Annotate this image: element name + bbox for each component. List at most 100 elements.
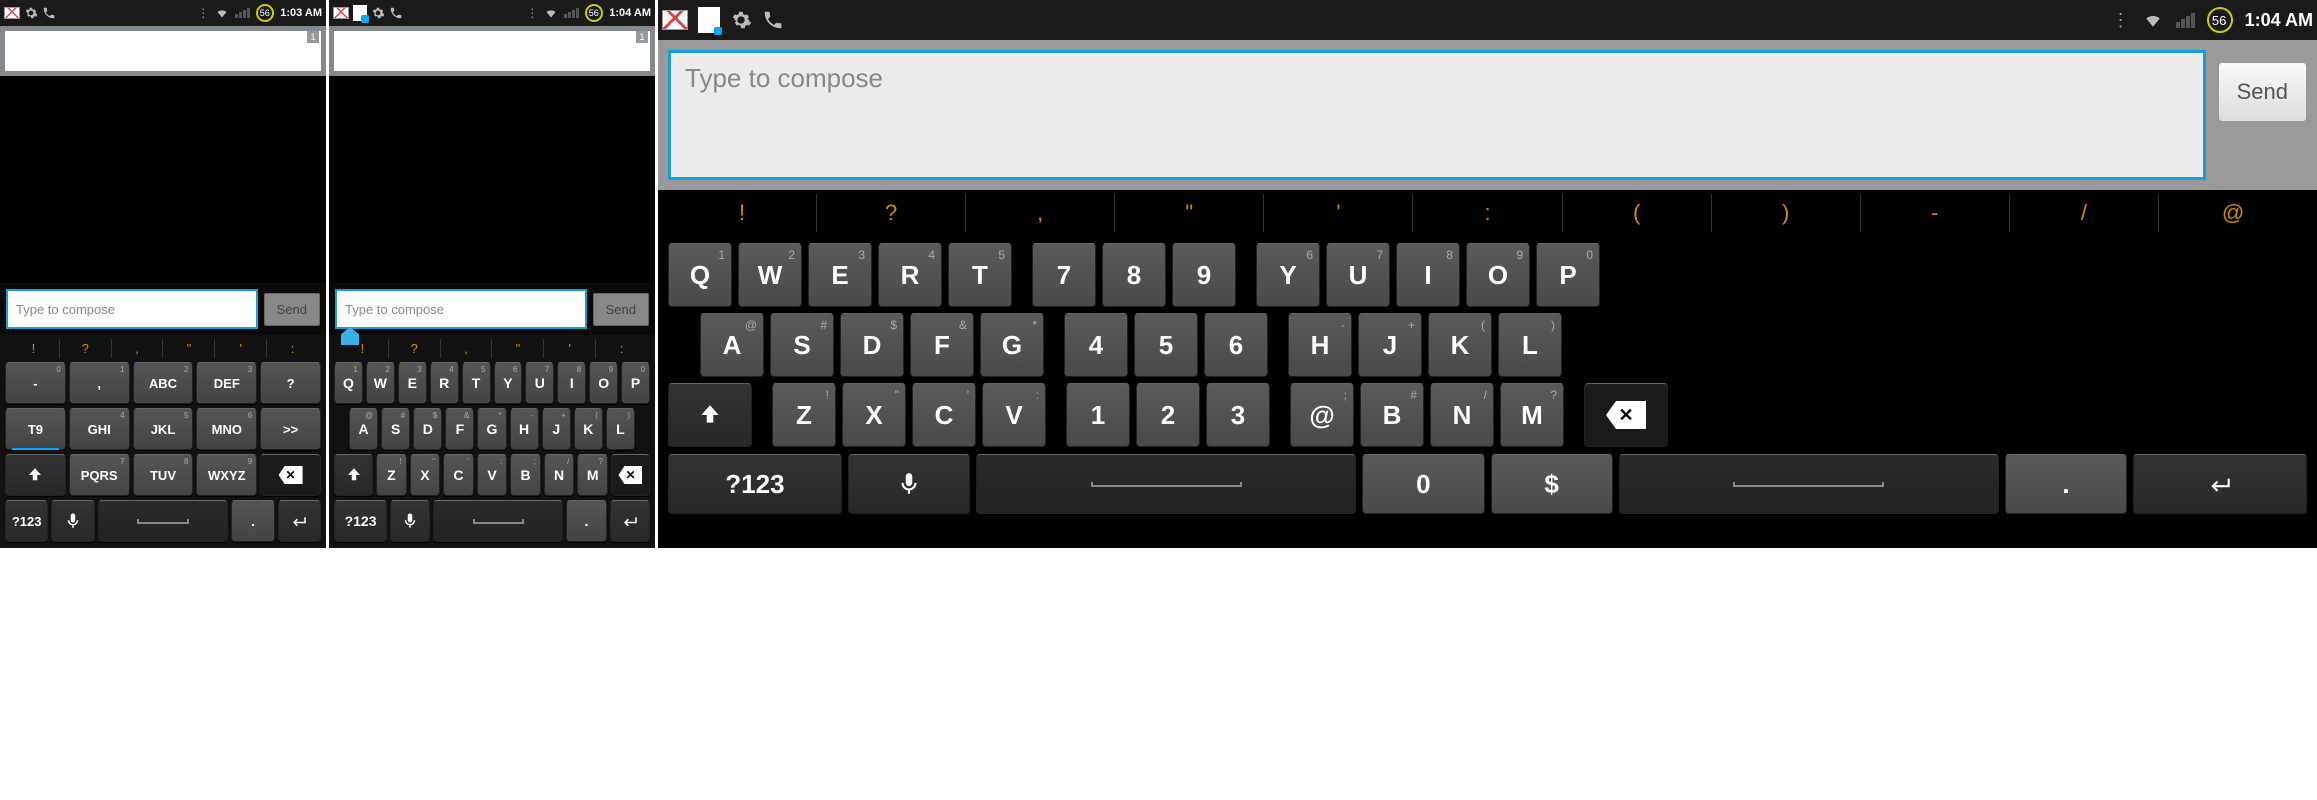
punct-key[interactable]: ?: [817, 194, 966, 232]
key-e[interactable]: E3: [808, 243, 872, 307]
key-.[interactable]: .: [566, 500, 606, 542]
key-a[interactable]: A@: [700, 313, 764, 377]
key-jkl[interactable]: JKL5: [133, 408, 194, 450]
punct-key[interactable]: ,: [112, 339, 164, 358]
key-4[interactable]: 4: [1064, 313, 1128, 377]
key-f[interactable]: F&: [910, 313, 974, 377]
shift-key[interactable]: [668, 383, 752, 447]
symbols-key[interactable]: ?123: [668, 454, 842, 514]
key-v[interactable]: V:: [477, 454, 508, 496]
key-8[interactable]: 8: [1102, 243, 1166, 307]
key-q[interactable]: Q1: [668, 243, 732, 307]
key-k[interactable]: K(: [1428, 313, 1492, 377]
key-q[interactable]: Q1: [334, 362, 363, 404]
key-m[interactable]: M?: [577, 454, 608, 496]
key-e[interactable]: E3: [398, 362, 427, 404]
punct-key[interactable]: :: [596, 339, 647, 358]
cursor-handle-icon[interactable]: [341, 327, 359, 345]
key-y[interactable]: Y6: [494, 362, 523, 404]
key-0[interactable]: 0: [1362, 454, 1484, 514]
key-5[interactable]: 5: [1134, 313, 1198, 377]
key-a[interactable]: A@: [349, 408, 378, 450]
key-ghi[interactable]: GHI4: [69, 408, 130, 450]
key-c[interactable]: C': [912, 383, 976, 447]
key-,[interactable]: ,1: [69, 362, 130, 404]
symbols-key[interactable]: ?123: [5, 500, 48, 542]
key-pqrs[interactable]: PQRS7: [69, 454, 130, 496]
key-k[interactable]: K(: [574, 408, 603, 450]
key-z[interactable]: Z!: [772, 383, 836, 447]
key-.[interactable]: .: [2005, 454, 2127, 514]
key-tuv[interactable]: TUV8: [133, 454, 194, 496]
key-.[interactable]: .: [231, 500, 274, 542]
key-wxyz[interactable]: WXYZ9: [196, 454, 257, 496]
punct-key[interactable]: (: [1563, 194, 1712, 232]
punct-key[interactable]: ': [544, 339, 596, 358]
key-t[interactable]: T5: [948, 243, 1012, 307]
key-1[interactable]: 1: [1066, 383, 1130, 447]
key-o[interactable]: O9: [1466, 243, 1530, 307]
key-?[interactable]: ?: [260, 362, 321, 404]
recipient-input[interactable]: 1: [4, 30, 322, 72]
punct-key[interactable]: ,: [966, 194, 1115, 232]
key-o[interactable]: O9: [589, 362, 618, 404]
punct-key[interactable]: :: [1413, 194, 1562, 232]
space-key[interactable]: [433, 500, 563, 542]
key-x[interactable]: X": [842, 383, 906, 447]
key-abc[interactable]: ABC2: [133, 362, 194, 404]
punct-key[interactable]: !: [668, 194, 817, 232]
key--[interactable]: -0: [5, 362, 66, 404]
punct-key[interactable]: ": [163, 339, 215, 358]
punct-key[interactable]: ': [215, 339, 267, 358]
space-key[interactable]: [1619, 454, 1999, 514]
key-@[interactable]: @;: [1290, 383, 1354, 447]
key-m[interactable]: M?: [1500, 383, 1564, 447]
key-mno[interactable]: MNO6: [196, 408, 257, 450]
mic-key[interactable]: [848, 454, 970, 514]
compose-input[interactable]: Type to compose: [668, 50, 2206, 180]
key-def[interactable]: DEF3: [196, 362, 257, 404]
punct-key[interactable]: ': [1264, 194, 1413, 232]
key-s[interactable]: S#: [770, 313, 834, 377]
next-key[interactable]: >>: [260, 408, 321, 450]
send-button[interactable]: Send: [264, 293, 320, 326]
key-r[interactable]: R4: [878, 243, 942, 307]
key-p[interactable]: P0: [1536, 243, 1600, 307]
key-x[interactable]: X": [410, 454, 441, 496]
key-$[interactable]: $: [1491, 454, 1613, 514]
backspace-key[interactable]: ✕: [1584, 383, 1668, 447]
mic-key[interactable]: [390, 500, 430, 542]
key-b[interactable]: B;: [510, 454, 541, 496]
backspace-key[interactable]: ✕: [611, 454, 650, 496]
key-g[interactable]: G*: [477, 408, 506, 450]
key-w[interactable]: W2: [366, 362, 395, 404]
send-button[interactable]: Send: [2218, 62, 2307, 122]
key-v[interactable]: V:: [982, 383, 1046, 447]
key-p[interactable]: P0: [621, 362, 650, 404]
key-n[interactable]: N/: [544, 454, 575, 496]
key-i[interactable]: I8: [557, 362, 586, 404]
key-6[interactable]: 6: [1204, 313, 1268, 377]
key-7[interactable]: 7: [1032, 243, 1096, 307]
compose-input[interactable]: Type to compose: [6, 289, 258, 329]
backspace-key[interactable]: ✕: [260, 454, 321, 496]
send-button[interactable]: Send: [593, 293, 649, 326]
key-f[interactable]: F&: [445, 408, 474, 450]
key-d[interactable]: D$: [840, 313, 904, 377]
enter-key[interactable]: [278, 500, 321, 542]
key-n[interactable]: N/: [1430, 383, 1494, 447]
space-key[interactable]: [98, 500, 229, 542]
key-l[interactable]: L): [1498, 313, 1562, 377]
recipient-input[interactable]: 1: [333, 30, 651, 72]
punct-key[interactable]: ?: [389, 339, 441, 358]
punct-key[interactable]: :: [267, 339, 318, 358]
punct-key[interactable]: ": [492, 339, 544, 358]
key-z[interactable]: Z!: [376, 454, 407, 496]
punct-key[interactable]: /: [2010, 194, 2159, 232]
key-i[interactable]: I8: [1396, 243, 1460, 307]
mic-key[interactable]: [51, 500, 94, 542]
key-d[interactable]: D$: [413, 408, 442, 450]
punct-key[interactable]: @: [2159, 194, 2307, 232]
key-9[interactable]: 9: [1172, 243, 1236, 307]
key-t[interactable]: T5: [462, 362, 491, 404]
